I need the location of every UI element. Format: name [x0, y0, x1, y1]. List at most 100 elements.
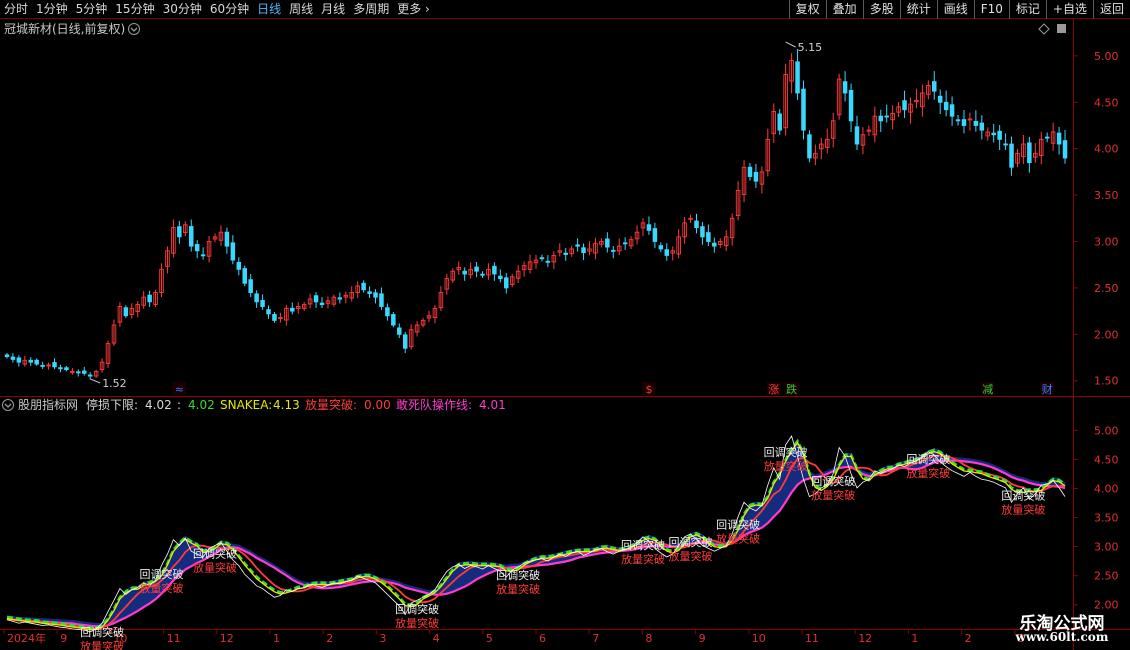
x-tick-label: 8 [645, 632, 652, 645]
candle [171, 219, 176, 258]
candle [967, 112, 973, 131]
candle [1039, 131, 1044, 165]
candle [747, 162, 753, 181]
candle-body [712, 242, 717, 247]
candle-body [290, 307, 295, 312]
candle-body [545, 260, 551, 263]
event-marker: $ [645, 383, 652, 396]
candle-body [932, 81, 937, 92]
volume-signal: 放量突破 [811, 488, 855, 502]
candle [932, 71, 937, 100]
candle-body [955, 119, 961, 122]
indicator-header-text: 停损下限: [86, 397, 138, 412]
volume-signal: 放量突破 [669, 549, 713, 563]
candle [533, 254, 539, 269]
indicator-axis: 5.004.504.003.503.002.502.00 [1073, 424, 1119, 612]
candle [87, 372, 93, 380]
candle [616, 238, 622, 256]
high-label: 5.15 [798, 41, 823, 54]
candle-body [539, 257, 545, 260]
candle [1021, 135, 1026, 164]
candle-body [194, 244, 200, 252]
candle [789, 53, 794, 94]
x-tick-label: 4 [433, 632, 440, 645]
candle [605, 232, 610, 253]
candle-body [224, 231, 230, 247]
candle [76, 369, 81, 377]
candle [230, 235, 236, 265]
candle-body [391, 314, 396, 326]
candle [397, 323, 402, 339]
x-tick-label: 6 [539, 632, 546, 645]
candle [569, 245, 574, 257]
candle [123, 305, 129, 319]
indicator-tick-label: 3.50 [1094, 512, 1119, 525]
candle-body [254, 293, 259, 303]
candle-body [260, 300, 265, 307]
candle-body [402, 334, 408, 349]
callback-signal: 回调突破 [669, 535, 713, 549]
candle [349, 286, 354, 302]
candle [1062, 130, 1068, 164]
event-marker: 减 [982, 383, 993, 396]
x-tick-label: 11 [167, 632, 181, 645]
candle-body [937, 95, 943, 103]
candle-body [694, 220, 699, 229]
callback-signal: 回调突破 [193, 547, 237, 561]
candle-body [700, 226, 705, 238]
x-tick-label: 2024年 [7, 631, 46, 645]
candle [266, 305, 271, 319]
candle-body [973, 120, 979, 126]
event-marker: 涨 [768, 383, 779, 396]
price-tick-label: 5.00 [1094, 50, 1119, 63]
x-tick-label: 12 [858, 632, 872, 645]
candle [462, 267, 467, 281]
candle [301, 302, 307, 311]
chevron-down-icon[interactable] [128, 23, 140, 35]
kline-chart[interactable]: 冠城新材(日线,前复权) 5.00 4.50 4.00 3.50 3.00 2.50 2.00… [0, 0, 1130, 650]
x-tick-label: 5 [486, 632, 493, 645]
candle-body [842, 81, 848, 94]
chevron-down-icon[interactable] [2, 399, 14, 411]
candle-body [248, 279, 253, 293]
callback-signal: 回调突破 [811, 474, 855, 488]
candle-body [319, 302, 325, 306]
candle-body [4, 354, 10, 358]
candle-body [462, 270, 467, 275]
square-icon[interactable] [1057, 24, 1066, 33]
price-tick-label: 3.00 [1094, 235, 1119, 248]
candle-body [902, 100, 907, 111]
candle [337, 292, 343, 304]
candle-body [200, 254, 206, 257]
candle [527, 254, 533, 274]
candle [504, 273, 509, 294]
diamond-icon[interactable] [1038, 23, 1050, 35]
candle [795, 49, 800, 100]
candle [159, 263, 164, 298]
indicator-header-text: 股朋指标网 [18, 397, 78, 412]
candle [313, 292, 319, 308]
chevron-circle [128, 23, 140, 35]
candle [694, 213, 699, 234]
candle-body [313, 295, 319, 303]
candle-body [854, 126, 860, 145]
volume-signal: 放量突破 [764, 459, 808, 473]
candle [117, 302, 123, 327]
candle [385, 303, 390, 321]
candle [825, 128, 830, 154]
candle [634, 225, 640, 245]
candle [997, 125, 1002, 151]
callback-signal: 回调突破 [764, 445, 808, 459]
candle-body [652, 228, 658, 242]
candle-body [266, 309, 271, 315]
candle [682, 216, 687, 244]
callback-signal: 回调突破 [496, 568, 540, 582]
candle [622, 237, 628, 250]
candle-body [1003, 143, 1008, 146]
candle [1009, 136, 1014, 176]
candle-body [16, 357, 22, 363]
indicator-lines: 回调突破放量突破回调突破放量突破回调突破放量突破回调突破放量突破回调突破放量突破… [6, 435, 1066, 650]
indicator-header-text: 敢死队操作线: [396, 397, 472, 412]
candle [920, 84, 925, 117]
candle [819, 138, 824, 160]
